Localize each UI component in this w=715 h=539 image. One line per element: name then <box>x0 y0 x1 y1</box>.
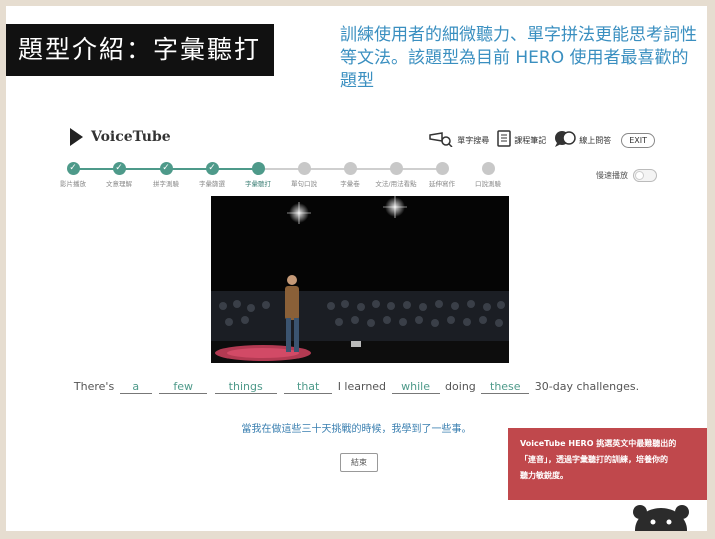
sentence-text: There's <box>73 380 115 393</box>
answer-blank[interactable]: things <box>214 380 277 394</box>
sentence-text: 30-day challenges. <box>534 380 640 393</box>
check-icon: ✓ <box>159 162 173 175</box>
logo-text: VoiceTube <box>91 129 171 145</box>
slow-play-control: 慢速播放 <box>596 169 657 182</box>
callout-line: 「連音」，透過字彙聽打的訓練，培養你的 <box>520 455 668 464</box>
answer-blank[interactable]: while <box>391 380 440 394</box>
step-label: 口說測驗 <box>475 180 501 188</box>
sentence-text: I learned <box>337 380 387 393</box>
pending-step-dot <box>481 162 495 175</box>
pending-step-dot <box>389 162 403 175</box>
slow-play-label: 慢速播放 <box>596 171 628 180</box>
toolbar: 單字搜尋 課程筆記 線上問答 EXIT <box>420 130 655 151</box>
bear-mascot-icon <box>630 502 692 531</box>
word-search-label: 單字搜尋 <box>457 136 490 145</box>
slide: 題型介紹：字彙聽打 訓練使用者的細微聽力、單字拼法更能思考詞性等文法。該題型為目… <box>6 6 707 531</box>
info-callout: VoiceTube HERO 挑選英文中最難聽出的 「連音」，透過字彙聽打的訓練… <box>508 428 707 500</box>
pending-step-dot <box>297 162 311 175</box>
step-speaking-test[interactable]: 口說測驗 <box>458 162 518 188</box>
qa-tool[interactable]: 線上問答 <box>554 130 611 151</box>
notes-label: 課程筆記 <box>514 136 547 145</box>
notes-icon <box>497 130 511 151</box>
check-icon: ✓ <box>66 162 80 175</box>
notes-tool[interactable]: 課程筆記 <box>497 130 546 151</box>
slide-title: 題型介紹：字彙聽打 <box>6 24 274 76</box>
dictation-sentence: There's a few things that I learned whil… <box>6 380 707 394</box>
word-search-icon <box>428 131 454 151</box>
exit-button[interactable]: EXIT <box>621 133 655 148</box>
sentence-text: doing <box>445 380 476 393</box>
video-frame <box>211 196 509 363</box>
slide-description: 訓練使用者的細微聽力、單字拼法更能思考詞性等文法。該題型為目前 HERO 使用者… <box>340 25 697 91</box>
answer-blank[interactable]: few <box>159 380 208 394</box>
answer-blank[interactable]: these <box>481 380 530 394</box>
video-player[interactable] <box>211 196 509 363</box>
callout-line: 聽力敏銳度。 <box>520 471 568 480</box>
check-icon: ✓ <box>205 162 219 175</box>
check-icon: ✓ <box>112 162 126 175</box>
pending-step-dot <box>343 162 357 175</box>
qa-label: 線上問答 <box>579 136 612 145</box>
play-logo-icon <box>70 128 83 146</box>
finish-button[interactable]: 結束 <box>340 453 378 472</box>
current-step-dot <box>251 162 265 175</box>
answer-blank[interactable]: a <box>119 380 152 394</box>
progress-stepper: ✓ 影片播放 ✓ 文意理解 ✓ 拼字測驗 ✓ 字彙篩選 字彙聽打 單句口說 字彙… <box>60 162 526 198</box>
callout-line: VoiceTube HERO 挑選英文中最難聽出的 <box>520 439 677 448</box>
answer-blank[interactable]: that <box>284 380 333 394</box>
voicetube-logo[interactable]: VoiceTube <box>70 128 171 146</box>
slow-play-toggle[interactable] <box>633 169 657 182</box>
word-search-tool[interactable]: 單字搜尋 <box>428 131 489 151</box>
chat-icon <box>554 130 576 151</box>
pending-step-dot <box>435 162 449 175</box>
